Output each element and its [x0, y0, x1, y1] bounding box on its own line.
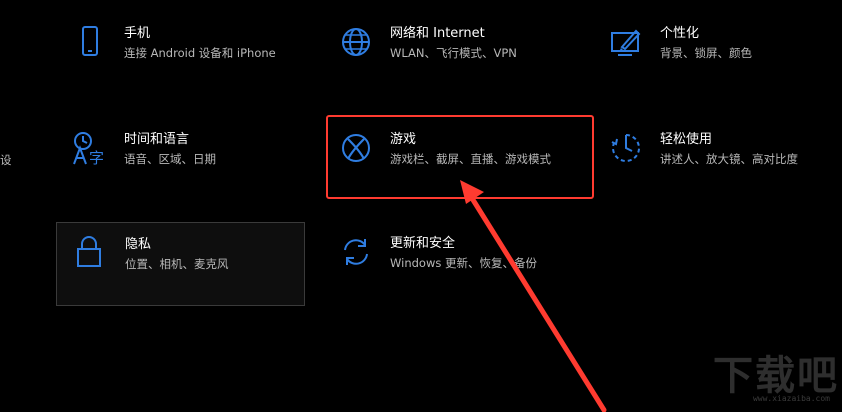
watermark-text: 下载吧 — [713, 353, 839, 399]
tile-privacy-title: 隐私 — [125, 237, 152, 252]
personalize-icon — [608, 24, 644, 60]
tile-network[interactable]: 网络和 Internet WLAN、飞行模式、VPN — [326, 16, 594, 86]
svg-text:字: 字 — [89, 149, 104, 166]
tile-time-language-title: 时间和语言 — [124, 132, 190, 147]
ease-of-access-icon — [608, 130, 644, 166]
tile-privacy[interactable]: 隐私 位置、相机、麦克风 — [56, 222, 305, 306]
tile-ease-of-access-desc: 讲述人、放大镜、高对比度 — [660, 152, 798, 166]
tile-time-language-desc: 语音、区域、日期 — [124, 152, 216, 166]
tile-update-security-desc: Windows 更新、恢复、备份 — [390, 256, 537, 270]
globe-icon — [338, 24, 374, 60]
tile-phone[interactable]: 手机 连接 Android 设备和 iPhone — [60, 16, 305, 86]
tile-personalization-desc: 背景、锁屏、颜色 — [660, 46, 752, 60]
settings-canvas: 设 手机 连接 Android 设备和 iPhone 网络和 Internet … — [0, 0, 842, 412]
tile-ease-of-access-title: 轻松使用 — [660, 132, 713, 147]
tile-network-title: 网络和 Internet — [390, 26, 485, 41]
tile-personalization[interactable]: 个性化 背景、锁屏、颜色 — [596, 16, 836, 86]
tile-update-security[interactable]: 更新和安全 Windows 更新、恢复、备份 — [326, 226, 594, 302]
phone-icon — [72, 24, 108, 60]
watermark: 下载吧 www.xiazaiba.com — [707, 354, 837, 404]
tile-network-desc: WLAN、飞行模式、VPN — [390, 46, 517, 60]
time-language-icon: 字 — [72, 130, 108, 166]
gaming-highlight-box — [326, 115, 594, 199]
tile-phone-title: 手机 — [124, 26, 151, 41]
tile-phone-desc: 连接 Android 设备和 iPhone — [124, 46, 276, 60]
tile-privacy-desc: 位置、相机、麦克风 — [125, 257, 229, 271]
lock-icon — [71, 233, 107, 269]
clipped-tile-fragment: 设 — [0, 153, 12, 167]
tile-ease-of-access[interactable]: 轻松使用 讲述人、放大镜、高对比度 — [596, 122, 836, 198]
sync-icon — [338, 234, 374, 270]
watermark-url: www.xiazaiba.com — [752, 394, 830, 403]
tile-update-security-title: 更新和安全 — [390, 236, 456, 251]
tile-personalization-title: 个性化 — [660, 26, 700, 41]
tile-time-language[interactable]: 字 时间和语言 语音、区域、日期 — [60, 122, 305, 198]
